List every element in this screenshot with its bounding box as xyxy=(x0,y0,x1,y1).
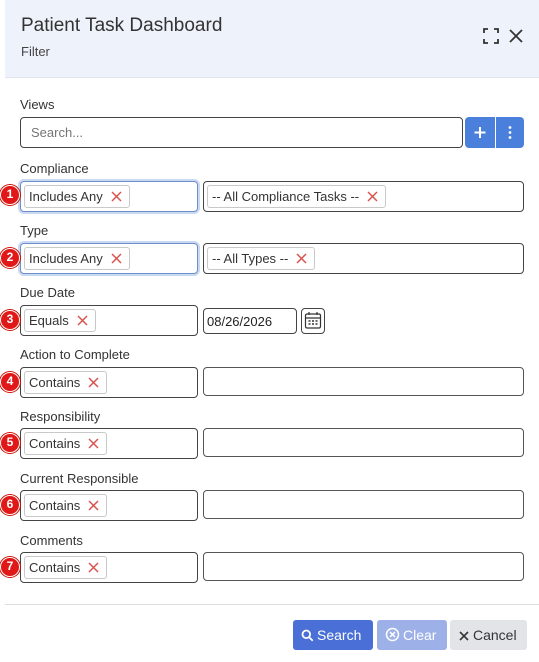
step-badge: 6 xyxy=(0,495,20,515)
remove-tag-icon[interactable] xyxy=(88,377,99,388)
calendar-icon xyxy=(304,312,322,329)
comments-value-input[interactable] xyxy=(203,552,524,581)
kebab-menu-icon xyxy=(508,126,512,139)
filter-dialog: Patient Task Dashboard Filter Views Comp… xyxy=(0,0,539,662)
step-badge: 2 xyxy=(0,248,20,268)
current-responsible-label: Current Responsible xyxy=(20,471,139,486)
operator-tag: Contains xyxy=(24,371,108,394)
dialog-subtitle: Filter xyxy=(21,44,50,59)
responsibility-operator-select[interactable]: Contains xyxy=(20,428,198,459)
operator-tag-label: Equals xyxy=(29,313,69,328)
value-tag-label: -- All Types -- xyxy=(212,251,289,266)
type-label: Type xyxy=(20,223,49,238)
remove-tag-icon[interactable] xyxy=(367,191,378,202)
operator-tag-label: Includes Any xyxy=(29,189,103,204)
step-badge: 5 xyxy=(0,433,20,453)
comments-operator-select[interactable]: Contains xyxy=(20,552,198,583)
step-badge: 3 xyxy=(0,310,20,330)
date-picker-button[interactable] xyxy=(301,308,325,334)
current-responsible-operator-select[interactable]: Contains xyxy=(20,490,198,521)
due-date-label: Due Date xyxy=(20,285,75,300)
remove-tag-icon[interactable] xyxy=(111,191,122,202)
responsibility-value-input[interactable] xyxy=(203,428,524,457)
dialog-header: Patient Task Dashboard Filter xyxy=(5,0,539,78)
search-button-label: Search xyxy=(317,627,362,643)
action-value-input[interactable] xyxy=(203,367,524,396)
value-tag: -- All Compliance Tasks -- xyxy=(207,185,387,208)
due-date-input[interactable]: 08/26/2026 xyxy=(203,308,297,334)
close-icon[interactable] xyxy=(507,27,525,45)
operator-tag: Includes Any xyxy=(24,185,130,208)
close-icon xyxy=(459,631,469,641)
cancel-button-label: Cancel xyxy=(473,627,517,643)
cancel-button[interactable]: Cancel xyxy=(450,620,527,650)
operator-tag-label: Contains xyxy=(29,560,81,575)
operator-tag-label: Contains xyxy=(29,436,81,451)
current-responsible-value-input[interactable] xyxy=(203,490,524,519)
comments-label: Comments xyxy=(20,533,83,548)
operator-tag: Contains xyxy=(24,556,108,579)
views-search-input[interactable] xyxy=(20,117,463,148)
clear-button-label: Clear xyxy=(403,627,437,643)
action-operator-select[interactable]: Contains xyxy=(20,367,198,398)
compliance-operator-select[interactable]: Includes Any xyxy=(20,181,198,212)
view-options-button[interactable] xyxy=(496,117,524,148)
search-icon xyxy=(301,629,314,642)
clear-circle-icon xyxy=(385,627,400,642)
operator-tag: Contains xyxy=(24,432,108,455)
remove-tag-icon[interactable] xyxy=(88,500,99,511)
remove-tag-icon[interactable] xyxy=(88,438,99,449)
type-operator-select[interactable]: Includes Any xyxy=(20,243,198,274)
step-badge: 7 xyxy=(0,557,20,577)
value-tag: -- All Types -- xyxy=(207,247,316,270)
type-value-select[interactable]: -- All Types -- xyxy=(203,243,524,274)
step-badge: 1 xyxy=(0,185,20,205)
add-view-button[interactable] xyxy=(465,117,495,148)
remove-tag-icon[interactable] xyxy=(296,253,307,264)
operator-tag: Includes Any xyxy=(24,247,130,270)
due-date-operator-select[interactable]: Equals xyxy=(20,305,198,336)
compliance-label: Compliance xyxy=(20,161,89,176)
operator-tag: Equals xyxy=(24,309,96,332)
responsibility-label: Responsibility xyxy=(20,409,101,424)
compliance-value-select[interactable]: -- All Compliance Tasks -- xyxy=(203,181,524,212)
dialog-title: Patient Task Dashboard xyxy=(21,15,223,36)
value-tag-label: -- All Compliance Tasks -- xyxy=(212,189,360,204)
views-label: Views xyxy=(20,97,55,112)
operator-tag: Contains xyxy=(24,494,108,517)
operator-tag-label: Contains xyxy=(29,498,81,513)
remove-tag-icon[interactable] xyxy=(77,315,88,326)
action-to-complete-label: Action to Complete xyxy=(20,347,130,362)
operator-tag-label: Includes Any xyxy=(29,251,103,266)
step-badge: 4 xyxy=(0,372,20,392)
remove-tag-icon[interactable] xyxy=(88,562,99,573)
remove-tag-icon[interactable] xyxy=(111,253,122,264)
fullscreen-icon[interactable] xyxy=(482,27,500,45)
operator-tag-label: Contains xyxy=(29,375,81,390)
search-button[interactable]: Search xyxy=(293,620,373,650)
clear-button[interactable]: Clear xyxy=(377,620,447,650)
plus-icon xyxy=(474,127,486,138)
